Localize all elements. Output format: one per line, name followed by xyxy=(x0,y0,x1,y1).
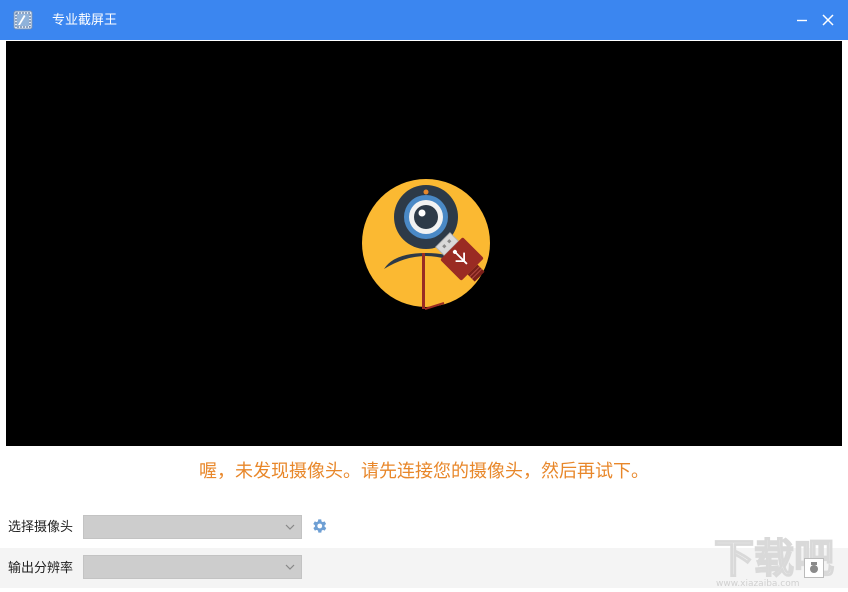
snapshot-button[interactable] xyxy=(804,558,824,578)
minimize-icon[interactable] xyxy=(792,10,812,30)
webcam-usb-disconnected-icon xyxy=(362,179,490,310)
app-logo-icon xyxy=(13,10,33,30)
gear-icon[interactable] xyxy=(310,517,328,535)
camera-select[interactable] xyxy=(83,515,302,539)
camera-preview xyxy=(6,41,842,446)
close-icon[interactable] xyxy=(818,10,838,30)
window-title: 专业截屏王 xyxy=(52,12,118,27)
chevron-down-icon xyxy=(285,564,295,570)
camera-icon xyxy=(810,562,818,573)
resolution-select-label: 输出分辨率 xyxy=(8,560,74,575)
resolution-select[interactable] xyxy=(83,555,302,579)
no-camera-message: 喔，未发现摄像头。请先连接您的摄像头，然后再试下。 xyxy=(199,461,649,481)
chevron-down-icon xyxy=(285,524,295,530)
camera-select-label: 选择摄像头 xyxy=(8,519,74,534)
watermark-url: www.xiazaiba.com xyxy=(716,579,800,588)
title-bar: 专业截屏王 xyxy=(0,0,848,40)
